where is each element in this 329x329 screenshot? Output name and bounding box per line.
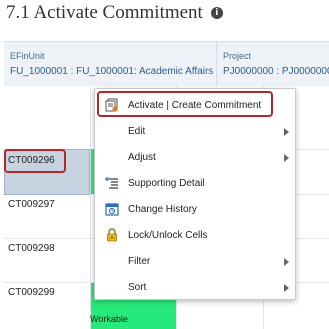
menu-item-label: Adjust [128,152,156,163]
menu-item-label: Supporting Detail [128,178,205,189]
chevron-right-icon [284,154,289,162]
chevron-right-icon [284,128,289,136]
menu-item-label: Change History [128,204,197,215]
column-header-label: EFinUnit [10,51,45,61]
context-menu: Activate | Create Commitment Edit Adjust… [94,88,296,300]
column-header-value: FU_1000001 : FU_1000001: Academic Affair… [10,66,214,77]
menu-item-adjust[interactable]: Adjust [95,145,295,171]
menu-item-change-history[interactable]: Change History [95,197,295,223]
menu-item-sort[interactable]: Sort [95,275,295,301]
menu-item-lock-unlock-cells[interactable]: Lock/Unlock Cells [95,223,295,249]
menu-highlight-box [97,91,273,117]
column-header-project[interactable]: Project PJ0000000 : PJ0000000 [217,42,329,86]
column-header-label: Project [223,51,252,61]
row-label[interactable]: CT009299 [8,287,55,298]
supporting-detail-icon [105,176,119,190]
menu-item-filter[interactable]: Filter [95,249,295,275]
column-header-value: PJ0000000 : PJ0000000 [223,66,329,77]
chevron-right-icon [284,258,289,266]
workable-cell-text: Workable [90,314,128,324]
menu-item-supporting-detail[interactable]: Supporting Detail [95,171,295,197]
row-highlight-box [4,149,66,173]
page-title-text: 7.1 Activate Commitment [6,2,203,23]
menu-item-label: Filter [128,256,151,267]
lock-icon [105,228,119,242]
grid-header: EFinUnit FU_1000001 : FU_1000001: Academ… [4,41,329,87]
menu-item-label: Lock/Unlock Cells [128,230,208,241]
row-label[interactable]: CT009298 [8,243,55,254]
column-header-efinunit[interactable]: EFinUnit FU_1000001 : FU_1000001: Academ… [4,42,217,86]
chevron-right-icon [284,284,289,292]
info-circle-icon[interactable]: i [210,7,223,19]
menu-item-label: Edit [128,126,146,137]
change-history-icon [105,202,119,216]
row-label[interactable]: CT009297 [8,199,55,210]
menu-item-label: Sort [128,282,147,293]
menu-item-edit[interactable]: Edit [95,119,295,145]
page-title: 7.1 Activate Commitment i [6,2,223,24]
